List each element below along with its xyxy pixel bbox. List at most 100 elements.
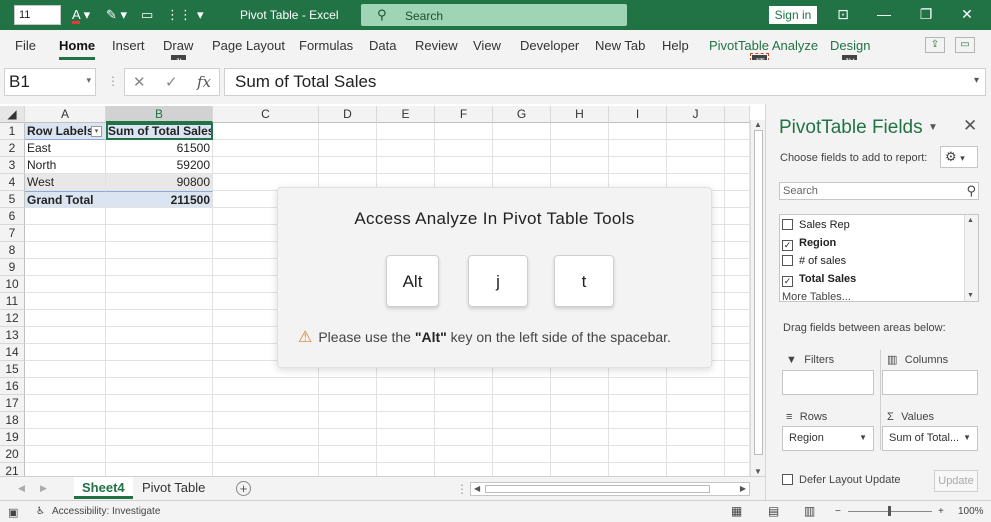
- grid-cell[interactable]: [106, 225, 213, 242]
- tab-page-layout[interactable]: Page Layout: [212, 38, 285, 53]
- grid-cell[interactable]: [725, 344, 750, 361]
- grid-cell[interactable]: [25, 225, 106, 242]
- grid-cell[interactable]: [319, 395, 377, 412]
- tab-home[interactable]: Home: [59, 38, 96, 60]
- grid-cell[interactable]: [319, 123, 377, 140]
- field-item-region[interactable]: ✓ Region: [782, 235, 836, 252]
- grid-cell[interactable]: [435, 378, 493, 395]
- scroll-down-icon[interactable]: ▼: [754, 467, 762, 476]
- grid-cell[interactable]: [319, 412, 377, 429]
- more-tables-link[interactable]: More Tables...: [782, 289, 851, 301]
- grid-cell[interactable]: [377, 378, 435, 395]
- grid-cell[interactable]: [493, 412, 551, 429]
- grid-cell[interactable]: [725, 293, 750, 310]
- row-header[interactable]: 10: [0, 276, 25, 293]
- grid-cell[interactable]: [377, 395, 435, 412]
- column-header[interactable]: E: [377, 106, 435, 123]
- row-header[interactable]: 16: [0, 378, 25, 395]
- pivot-row-value[interactable]: 59200: [106, 157, 213, 174]
- grid-cell[interactable]: [106, 395, 213, 412]
- next-sheet-icon[interactable]: ▶: [40, 483, 47, 494]
- grid-cell[interactable]: [667, 429, 725, 446]
- name-box[interactable]: B1 ▾: [4, 68, 96, 96]
- formula-input[interactable]: Sum of Total Sales ▾: [224, 68, 986, 96]
- tab-insert[interactable]: Insert: [112, 38, 145, 53]
- grid-cell[interactable]: [25, 276, 106, 293]
- grid-cell[interactable]: [435, 140, 493, 157]
- grid-cell[interactable]: [609, 140, 667, 157]
- customize-qat-icon[interactable]: ▾: [197, 6, 204, 24]
- grid-cell[interactable]: [609, 446, 667, 463]
- grid-cell[interactable]: [435, 446, 493, 463]
- accessibility-status[interactable]: Accessibility: Investigate: [52, 506, 160, 517]
- grid-cell[interactable]: [551, 123, 609, 140]
- sheet-tab-sheet4[interactable]: Sheet4: [74, 477, 133, 499]
- share-icon[interactable]: ⇪: [925, 37, 945, 53]
- grid-cell[interactable]: [725, 429, 750, 446]
- grid-cell[interactable]: [725, 327, 750, 344]
- row-header[interactable]: 19: [0, 429, 25, 446]
- merge-icon[interactable]: ⋮⋮: [166, 6, 192, 24]
- grid-cell[interactable]: [106, 242, 213, 259]
- grid-cell[interactable]: [725, 157, 750, 174]
- defer-layout-update[interactable]: Defer Layout Update: [782, 474, 901, 486]
- row-header[interactable]: 12: [0, 310, 25, 327]
- grid-cell[interactable]: [493, 429, 551, 446]
- grid-cell[interactable]: [667, 123, 725, 140]
- tab-file[interactable]: File: [15, 38, 36, 53]
- grid-cell[interactable]: [106, 259, 213, 276]
- restore-icon[interactable]: ❐: [914, 6, 938, 23]
- search-box[interactable]: ⚲ Search: [361, 4, 627, 26]
- grid-cell[interactable]: [493, 157, 551, 174]
- field-item-num-sales[interactable]: # of sales: [782, 253, 846, 270]
- grid-cell[interactable]: [609, 378, 667, 395]
- column-header[interactable]: A: [25, 106, 106, 123]
- scroll-thumb[interactable]: [754, 130, 763, 455]
- grid-cell[interactable]: [725, 378, 750, 395]
- grid-cell[interactable]: [106, 361, 213, 378]
- grid-cell[interactable]: [25, 259, 106, 276]
- pivot-row-label[interactable]: East: [25, 140, 106, 157]
- row-header[interactable]: 3: [0, 157, 25, 174]
- grid-cell[interactable]: [667, 157, 725, 174]
- column-header-partial[interactable]: [725, 106, 750, 123]
- grid-cell[interactable]: [106, 208, 213, 225]
- column-header[interactable]: J: [667, 106, 725, 123]
- grid-cell[interactable]: [377, 123, 435, 140]
- pivot-row-label[interactable]: North: [25, 157, 106, 174]
- grid-cell[interactable]: [551, 446, 609, 463]
- column-header[interactable]: C: [213, 106, 319, 123]
- tab-view[interactable]: View: [473, 38, 501, 53]
- grid-cell[interactable]: [609, 123, 667, 140]
- grid-cell[interactable]: [319, 140, 377, 157]
- grid-cell[interactable]: [377, 429, 435, 446]
- pivot-grand-total-label[interactable]: Grand Total: [25, 191, 106, 208]
- row-header[interactable]: 9: [0, 259, 25, 276]
- row-header[interactable]: 7: [0, 225, 25, 242]
- accessibility-icon[interactable]: ♿: [36, 506, 45, 517]
- fill-color-icon[interactable]: ✎ ▾: [106, 6, 127, 24]
- grid-cell[interactable]: [493, 446, 551, 463]
- grid-cell[interactable]: [213, 378, 319, 395]
- grid-cell[interactable]: [667, 140, 725, 157]
- grid-cell[interactable]: [667, 446, 725, 463]
- grid-cell[interactable]: [377, 140, 435, 157]
- grid-cell[interactable]: [551, 378, 609, 395]
- column-header[interactable]: F: [435, 106, 493, 123]
- grid-cell[interactable]: [725, 225, 750, 242]
- sheet-tab-pivot-table[interactable]: Pivot Table: [134, 477, 213, 499]
- grid-cell[interactable]: [377, 412, 435, 429]
- checkbox-checked[interactable]: ✓: [782, 276, 793, 287]
- cancel-icon[interactable]: ✕: [133, 73, 146, 91]
- zoom-slider-thumb[interactable]: [888, 506, 891, 516]
- grid-cell[interactable]: [609, 429, 667, 446]
- grid-cell[interactable]: [377, 446, 435, 463]
- field-settings-button[interactable]: ⚙ ▾: [940, 146, 978, 168]
- grid-cell[interactable]: [493, 123, 551, 140]
- grid-cell[interactable]: [106, 310, 213, 327]
- hscroll-thumb[interactable]: [485, 485, 710, 493]
- add-sheet-icon[interactable]: +: [236, 481, 251, 496]
- grid-cell[interactable]: [435, 157, 493, 174]
- close-panel-icon[interactable]: ✕: [963, 116, 977, 136]
- scroll-up-icon[interactable]: ▲: [967, 217, 974, 224]
